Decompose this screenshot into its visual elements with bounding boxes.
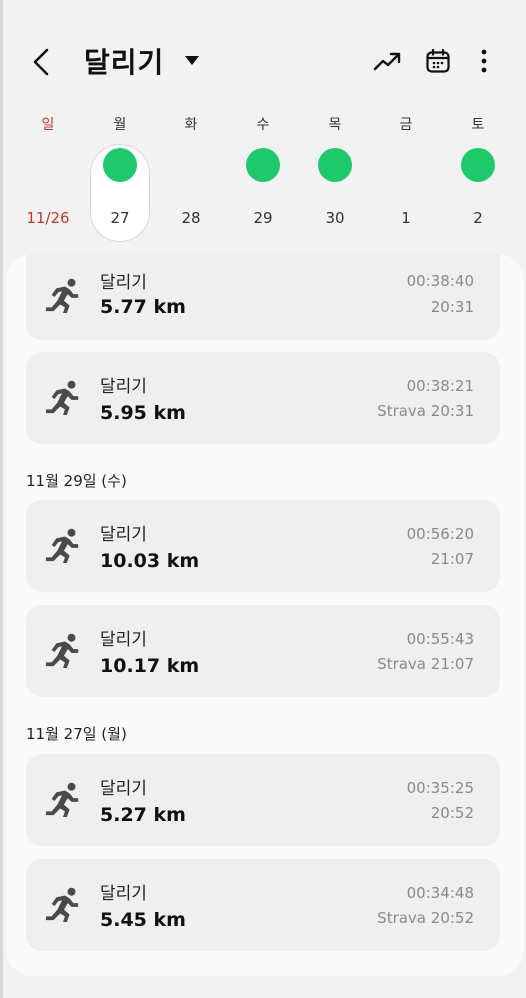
- record-time: Strava 20:31: [377, 402, 474, 420]
- caret-down-icon: [184, 54, 200, 68]
- record-time: Strava 20:52: [377, 909, 474, 927]
- running-person-icon: [45, 887, 79, 923]
- activity-dot: [461, 148, 495, 182]
- day-column[interactable]: 목 30: [305, 108, 365, 248]
- more-vertical-icon: [481, 49, 487, 73]
- running-person-icon: [45, 528, 79, 564]
- calendar-icon: [426, 48, 450, 73]
- record-card[interactable]: 달리기 10.03 km 00:56:20 21:07: [26, 500, 500, 592]
- date-label: 1: [401, 209, 411, 227]
- day-of-week-label: 월: [113, 117, 127, 133]
- record-name: 달리기: [100, 273, 147, 293]
- page-title: 달리기: [84, 46, 165, 79]
- record-card[interactable]: 달리기 5.95 km 00:38:21 Strava 20:31: [26, 352, 500, 444]
- record-card[interactable]: 달리기 5.77 km 00:38:40 20:31: [26, 254, 500, 340]
- more-options-button[interactable]: [467, 44, 501, 78]
- day-of-week-label: 목: [328, 117, 342, 133]
- running-person-icon: [45, 380, 79, 416]
- date-label: 27: [110, 209, 130, 227]
- record-name: 달리기: [100, 377, 147, 397]
- record-duration: 00:38:21: [406, 377, 474, 395]
- date-label: 28: [181, 209, 201, 227]
- date-section-header: 11월 29일 (수): [26, 472, 127, 490]
- app-header: 달리기: [0, 0, 526, 110]
- record-time: 20:31: [430, 298, 474, 316]
- record-duration: 00:35:25: [406, 779, 474, 797]
- day-column[interactable]: 금 1: [376, 108, 436, 248]
- record-distance: 10.03 km: [100, 550, 200, 572]
- record-time: 20:52: [430, 804, 474, 822]
- record-name: 달리기: [100, 630, 147, 650]
- record-card[interactable]: 달리기 5.45 km 00:34:48 Strava 20:52: [26, 859, 500, 951]
- day-column[interactable]: 수 29: [233, 108, 293, 248]
- date-label: 2: [473, 209, 483, 227]
- day-of-week-label: 수: [256, 117, 270, 133]
- week-strip: 일 11/26 월 27 화 28 수 29 목 30 금 1 토 2: [0, 108, 526, 248]
- back-button[interactable]: [26, 44, 56, 80]
- record-distance: 5.77 km: [100, 296, 186, 318]
- activity-dot: [246, 148, 280, 182]
- trend-button[interactable]: [370, 44, 404, 78]
- record-distance: 5.95 km: [100, 402, 186, 424]
- record-card[interactable]: 달리기 10.17 km 00:55:43 Strava 21:07: [26, 605, 500, 697]
- activity-dot: [318, 148, 352, 182]
- record-name: 달리기: [100, 779, 147, 799]
- record-distance: 5.45 km: [100, 909, 186, 931]
- records-list[interactable]: 달리기 5.77 km 00:38:40 20:31 달리기 5.95 km 0…: [6, 254, 524, 976]
- day-column[interactable]: 월 27: [90, 108, 150, 248]
- record-duration: 00:55:43: [406, 630, 474, 648]
- day-of-week-label: 금: [399, 117, 413, 133]
- running-person-icon: [45, 782, 79, 818]
- chevron-left-icon: [33, 48, 49, 76]
- day-column[interactable]: 일 11/26: [18, 108, 78, 248]
- running-person-icon: [45, 278, 79, 314]
- record-card[interactable]: 달리기 5.27 km 00:35:25 20:52: [26, 754, 500, 846]
- record-time: 21:07: [430, 550, 474, 568]
- day-of-week-label: 일: [41, 117, 55, 133]
- exercise-type-selector[interactable]: 달리기: [84, 40, 200, 82]
- calendar-button[interactable]: [421, 44, 455, 78]
- record-distance: 5.27 km: [100, 804, 186, 826]
- record-duration: 00:38:40: [406, 272, 474, 290]
- record-name: 달리기: [100, 525, 147, 545]
- record-duration: 00:56:20: [406, 525, 474, 543]
- day-of-week-label: 화: [184, 117, 198, 133]
- date-label: 29: [253, 209, 273, 227]
- record-duration: 00:34:48: [406, 884, 474, 902]
- day-of-week-label: 토: [471, 117, 485, 133]
- day-column[interactable]: 화 28: [161, 108, 221, 248]
- record-time: Strava 21:07: [377, 655, 474, 673]
- record-name: 달리기: [100, 884, 147, 904]
- running-person-icon: [45, 633, 79, 669]
- trend-up-icon: [373, 52, 401, 71]
- date-label: 30: [325, 209, 345, 227]
- date-section-header: 11월 27일 (월): [26, 725, 127, 743]
- day-column[interactable]: 토 2: [448, 108, 508, 248]
- activity-dot: [103, 148, 137, 182]
- record-distance: 10.17 km: [100, 655, 200, 677]
- date-label: 11/26: [26, 209, 70, 227]
